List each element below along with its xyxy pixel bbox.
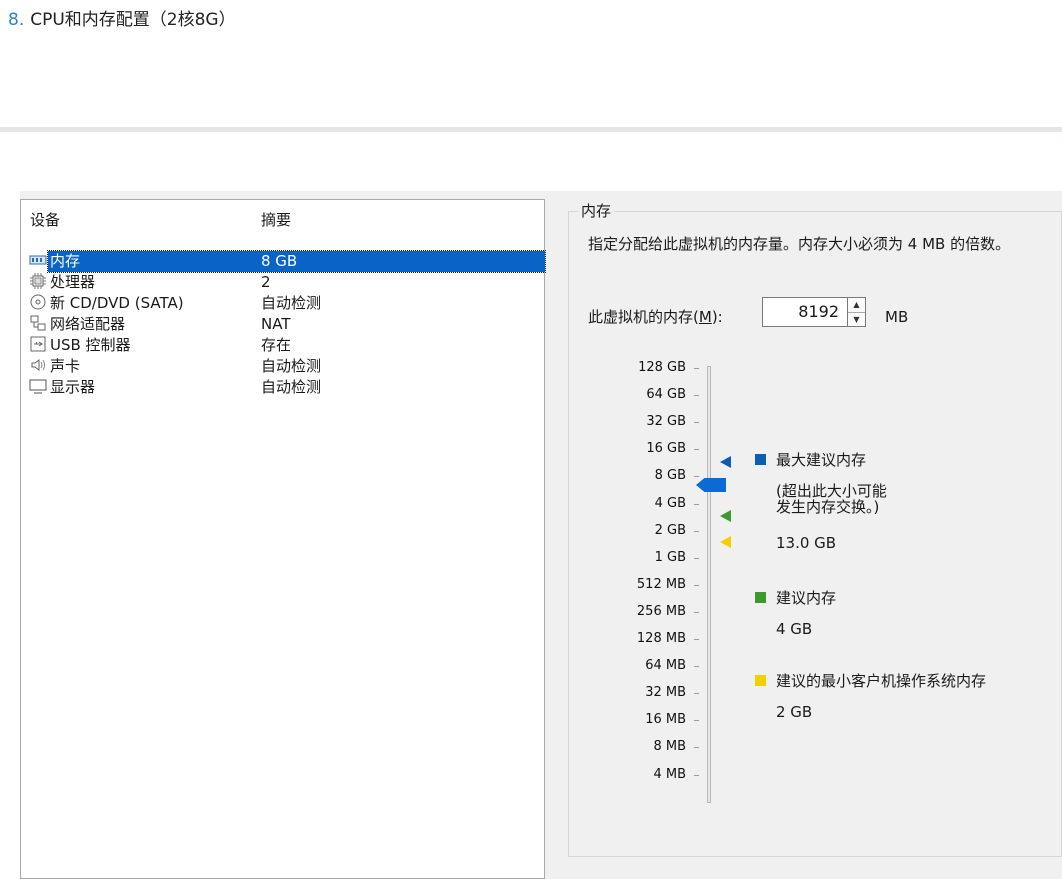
heading-text: CPU和内存配置（2核8G） xyxy=(30,10,236,30)
max-legend-note-2: 发生内存交换。) xyxy=(776,498,880,516)
scale-tick-mark xyxy=(694,557,699,559)
display-icon xyxy=(28,378,47,396)
device-summary: 2 xyxy=(261,273,271,291)
device-list-header: 设备 摘要 xyxy=(21,200,544,229)
memory-size-label: 此虚拟机的内存(M): xyxy=(588,308,723,326)
recommended-legend-value: 4 GB xyxy=(776,620,813,638)
sound-card-icon xyxy=(28,357,47,375)
memory-unit: MB xyxy=(885,308,909,326)
scale-tick-mark xyxy=(694,666,699,668)
scale-tick-mark xyxy=(694,476,699,478)
recommended-marker xyxy=(720,510,731,522)
max-legend-value: 13.0 GB xyxy=(776,534,837,552)
scale-tick-label: 64 GB xyxy=(646,387,686,403)
scale-tick-label: 512 MB xyxy=(636,576,686,592)
scale-tick-mark xyxy=(694,639,699,640)
page-heading: 8. CPU和内存配置（2核8G） xyxy=(8,9,236,31)
network-adapter-icon xyxy=(28,315,47,333)
scale-tick-label: 32 MB xyxy=(645,685,686,701)
memory-description: 指定分配给此虚拟机的内存量。内存大小必须为 4 MB 的倍数。 xyxy=(588,235,1011,253)
scale-tick-mark xyxy=(694,774,699,776)
min-legend-title: 建议的最小客户机操作系统内存 xyxy=(776,672,987,690)
device-name: 显示器 xyxy=(50,378,96,396)
cd-dvd-icon xyxy=(28,294,47,312)
scale-tick-label: 64 MB xyxy=(645,658,686,674)
memory-slider-track[interactable] xyxy=(707,366,711,803)
scale-tick-label: 16 GB xyxy=(646,441,686,457)
device-list[interactable]: 设备 摘要 内存 8 GB 处理器 2 新 CD/DVD (SATA) 自动检测… xyxy=(20,199,546,879)
scale-tick-label: 1 GB xyxy=(654,549,686,565)
scale-tick-mark xyxy=(694,530,699,532)
device-summary: NAT xyxy=(261,315,291,333)
scale-tick-label: 256 MB xyxy=(636,603,686,619)
usb-icon xyxy=(28,336,47,354)
device-name: 处理器 xyxy=(50,273,96,291)
spin-down-button[interactable]: ▼ xyxy=(848,312,865,326)
device-name: USB 控制器 xyxy=(50,336,131,354)
device-summary: 存在 xyxy=(261,336,292,354)
scale-tick-mark xyxy=(694,584,699,586)
max-legend-title: 最大建议内存 xyxy=(776,451,867,469)
device-row-processor[interactable]: 处理器 2 xyxy=(21,272,544,293)
device-name: 网络适配器 xyxy=(50,315,126,333)
device-summary: 自动检测 xyxy=(261,357,322,375)
device-row-display[interactable]: 显示器 自动检测 xyxy=(21,377,544,398)
scale-tick-label: 8 MB xyxy=(653,739,686,755)
memory-icon xyxy=(28,252,47,270)
scale-tick-label: 32 GB xyxy=(646,414,686,430)
device-row-memory[interactable]: 内存 8 GB xyxy=(21,250,546,273)
scale-tick-label: 2 GB xyxy=(654,522,686,538)
device-summary: 自动检测 xyxy=(261,294,322,312)
device-row-sound[interactable]: 声卡 自动检测 xyxy=(21,356,544,377)
scale-tick-mark xyxy=(694,422,699,424)
scale-tick-label: 16 MB xyxy=(645,712,686,728)
memory-group-title: 内存 xyxy=(578,202,615,220)
scale-tick-mark xyxy=(694,720,699,722)
scale-tick-label: 4 MB xyxy=(653,766,686,782)
device-name: 声卡 xyxy=(50,357,81,375)
column-summary[interactable]: 摘要 xyxy=(261,211,291,229)
section-divider xyxy=(0,127,1062,132)
column-device[interactable]: 设备 xyxy=(30,211,60,229)
scale-tick-label: 4 GB xyxy=(654,495,686,511)
max-recommended-marker xyxy=(720,456,731,468)
scale-tick-label: 8 GB xyxy=(654,468,686,484)
scale-tick-mark xyxy=(694,449,699,451)
memory-spinner[interactable]: ▲ ▼ xyxy=(847,297,866,327)
scale-tick-mark xyxy=(694,611,699,613)
vm-settings-dialog: 设备 摘要 内存 8 GB 处理器 2 新 CD/DVD (SATA) 自动检测… xyxy=(20,191,1062,879)
device-row-cd-dvd[interactable]: 新 CD/DVD (SATA) 自动检测 xyxy=(21,293,544,314)
max-legend-swatch xyxy=(755,454,766,465)
processor-icon xyxy=(28,273,47,291)
scale-tick-label: 128 MB xyxy=(636,631,686,646)
recommended-legend-swatch xyxy=(755,592,766,603)
min-recommended-marker xyxy=(720,536,731,548)
memory-size-input[interactable]: 8192 xyxy=(762,297,848,327)
memory-panel: 内存 指定分配给此虚拟机的内存量。内存大小必须为 4 MB 的倍数。 此虚拟机的… xyxy=(550,191,1062,879)
heading-number: 8. xyxy=(8,10,25,30)
scale-tick-mark xyxy=(694,503,699,505)
device-row-network[interactable]: 网络适配器 NAT xyxy=(21,314,544,335)
device-summary: 自动检测 xyxy=(261,378,322,396)
min-legend-swatch xyxy=(755,675,766,686)
device-row-usb[interactable]: USB 控制器 存在 xyxy=(21,335,544,356)
scale-tick-label: 128 GB xyxy=(638,360,686,375)
scale-tick-mark xyxy=(694,395,699,397)
min-legend-value: 2 GB xyxy=(776,703,813,721)
spin-up-button[interactable]: ▲ xyxy=(848,298,865,312)
scale-tick-mark xyxy=(694,368,699,369)
device-summary: 8 GB xyxy=(261,252,298,270)
scale-tick-mark xyxy=(694,693,699,695)
scale-tick-mark xyxy=(694,747,699,749)
device-name: 新 CD/DVD (SATA) xyxy=(50,294,184,312)
recommended-legend-title: 建议内存 xyxy=(776,589,837,607)
